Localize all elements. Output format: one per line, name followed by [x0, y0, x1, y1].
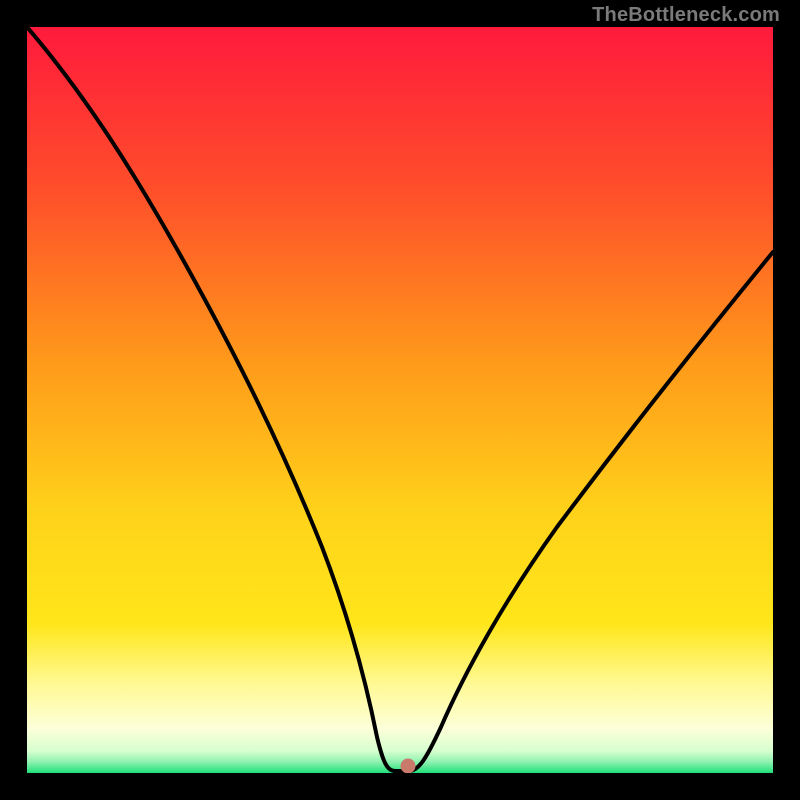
chart-frame: TheBottleneck.com: [0, 0, 800, 800]
curve-path: [27, 27, 773, 771]
plot-area: [27, 27, 773, 773]
bottleneck-curve: [27, 27, 773, 773]
watermark-text: TheBottleneck.com: [592, 4, 780, 27]
optimum-marker: [401, 759, 416, 774]
